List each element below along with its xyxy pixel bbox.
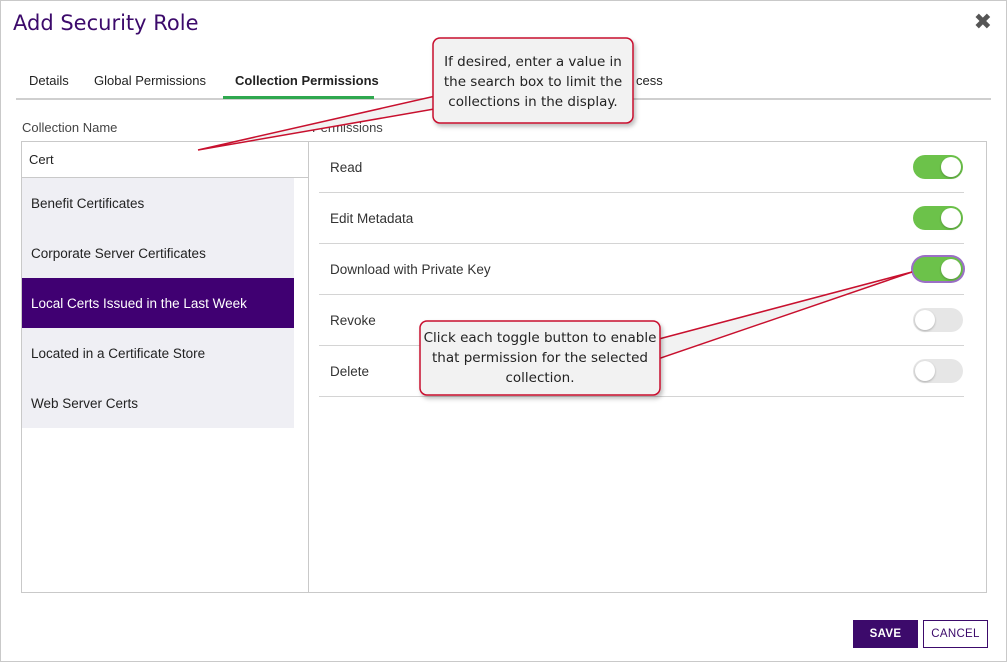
callout-line: that permission for the selected xyxy=(431,350,648,366)
permission-label: Read xyxy=(330,160,363,175)
permission-row-edit-metadata: Edit Metadata xyxy=(319,193,964,244)
tab-global-permissions[interactable]: Global Permissions xyxy=(94,73,206,88)
collection-search-input[interactable] xyxy=(22,142,308,178)
callout-line: If desired, enter a value in xyxy=(444,54,622,70)
save-button[interactable]: SAVE xyxy=(853,620,918,648)
callout-line: Click each toggle button to enable xyxy=(423,330,657,346)
collection-name-header: Collection Name xyxy=(22,120,118,135)
toggle-knob xyxy=(915,310,935,330)
revoke-toggle[interactable] xyxy=(913,308,963,332)
collection-item-benefit-certificates[interactable]: Benefit Certificates xyxy=(22,178,294,228)
callout-line: collections in the display. xyxy=(448,94,618,110)
tab-details[interactable]: Details xyxy=(29,73,69,88)
callout-line: collection. xyxy=(505,370,575,386)
toggle-knob xyxy=(941,259,961,279)
read-toggle[interactable] xyxy=(913,155,963,179)
tab-collection-permissions[interactable]: Collection Permissions xyxy=(235,73,379,88)
download-private-key-toggle[interactable] xyxy=(913,257,963,281)
permission-row-read: Read xyxy=(319,142,964,193)
cancel-button[interactable]: CANCEL xyxy=(923,620,988,648)
collection-item-local-certs-last-week[interactable]: Local Certs Issued in the Last Week xyxy=(22,278,294,328)
toggle-callout-text: Click each toggle button to enable that … xyxy=(420,328,660,388)
delete-toggle[interactable] xyxy=(913,359,963,383)
collection-item-web-server-certs[interactable]: Web Server Certs xyxy=(22,378,294,428)
edit-metadata-toggle[interactable] xyxy=(913,206,963,230)
collection-list-panel: Benefit Certificates Corporate Server Ce… xyxy=(21,141,309,593)
permission-label: Delete xyxy=(330,364,370,379)
permission-label: Revoke xyxy=(330,313,376,328)
search-callout-text: If desired, enter a value in the search … xyxy=(435,52,631,112)
collection-item-corporate-server-certificates[interactable]: Corporate Server Certificates xyxy=(22,228,294,278)
permission-label: Download with Private Key xyxy=(330,262,491,277)
permissions-header: Permissions xyxy=(312,120,383,135)
tab-access[interactable]: cess xyxy=(636,73,663,88)
active-tab-indicator xyxy=(223,96,374,99)
callout-line: the search box to limit the xyxy=(443,74,623,90)
permission-row-download-private-key: Download with Private Key xyxy=(319,244,964,295)
toggle-knob xyxy=(941,208,961,228)
toggle-knob xyxy=(941,157,961,177)
collection-item-located-in-certificate-store[interactable]: Located in a Certificate Store xyxy=(22,328,294,378)
collection-list: Benefit Certificates Corporate Server Ce… xyxy=(22,178,294,428)
permission-label: Edit Metadata xyxy=(330,211,414,226)
close-icon[interactable]: ✖ xyxy=(974,9,992,35)
dialog-title: Add Security Role xyxy=(13,11,199,35)
toggle-knob xyxy=(915,361,935,381)
